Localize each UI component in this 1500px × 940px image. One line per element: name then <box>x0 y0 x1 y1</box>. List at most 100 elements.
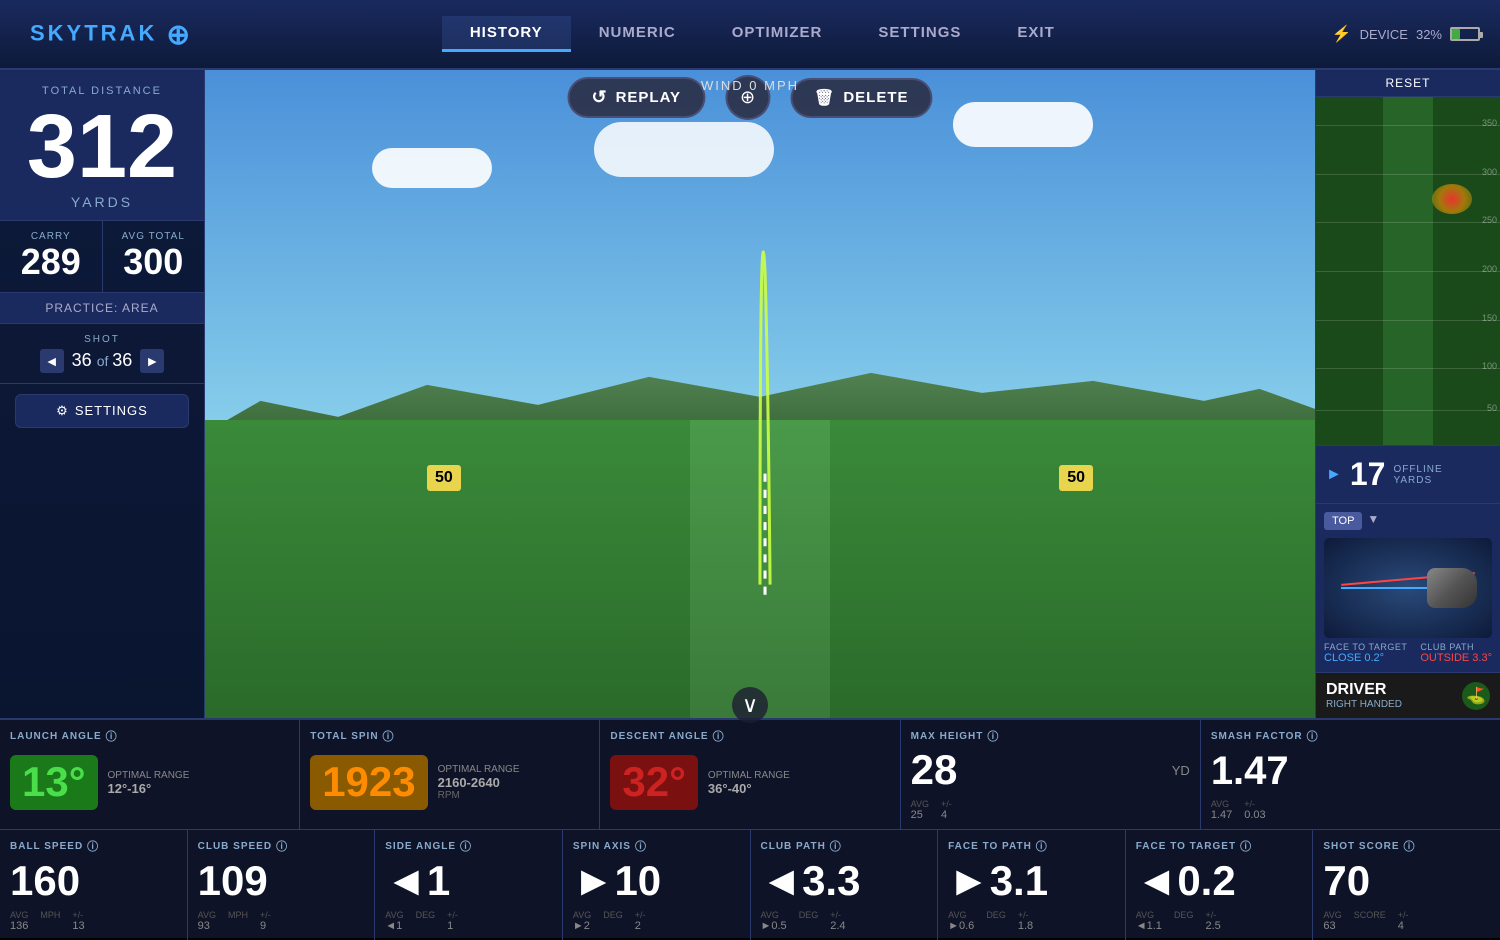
smash-factor-avg-row: AVG 1.47 +/- 0.03 <box>1211 799 1490 821</box>
logo-text: SKYTRAK <box>30 20 157 45</box>
shot-label: SHOT <box>12 334 192 345</box>
side-angle-avg-row: AVG ◄1 DEG +/- 1 <box>385 910 552 932</box>
side-angle-info-icon[interactable]: ⓘ <box>460 838 472 854</box>
sky <box>205 70 1315 426</box>
nav-menu: HISTORY NUMERIC OPTIMIZER SETTINGS EXIT <box>442 16 1083 52</box>
nav-settings[interactable]: SETTINGS <box>850 16 989 52</box>
offline-section: ► 17 OFFLINE YARDS <box>1316 445 1500 503</box>
reset-button[interactable]: RESET <box>1316 70 1500 97</box>
club-path-info-icon[interactable]: ⓘ <box>830 838 842 854</box>
total-spin-cell: TOTAL SPIN ⓘ 1923 OPTIMAL RANGE 2160-264… <box>300 720 600 829</box>
club-path-value: OUTSIDE 3.3° <box>1420 652 1492 664</box>
app-logo: SKYTRAK ⊕ <box>30 18 193 51</box>
replay-button[interactable]: ↺ REPLAY <box>567 77 705 118</box>
spin-axis-avg-row: AVG ►2 DEG +/- 2 <box>573 910 740 932</box>
top-navigation: SKYTRAK ⊕ HISTORY NUMERIC OPTIMIZER SETT… <box>0 0 1500 70</box>
offline-direction-icon: ► <box>1326 466 1342 484</box>
shot-score-info-icon[interactable]: ⓘ <box>1404 838 1416 854</box>
spin-axis-info-icon[interactable]: ⓘ <box>635 838 647 854</box>
club-speed-avg-row: AVG 93 MPH +/- 9 <box>198 910 365 932</box>
club-path-avg-row: AVG ►0.5 DEG +/- 2.4 <box>761 910 928 932</box>
ball-speed-cell: BALL SPEED ⓘ 160 AVG 136 MPH +/- 13 <box>0 830 188 940</box>
spin-axis-header: SPIN AXIS ⓘ <box>573 838 740 854</box>
total-spin-unit: RPM <box>438 790 520 801</box>
face-to-target-info-icon[interactable]: ⓘ <box>1240 838 1252 854</box>
device-info: ⚡ DEVICE 32% <box>1332 24 1480 44</box>
heat-map-cluster <box>1432 184 1472 214</box>
nav-history[interactable]: HISTORY <box>442 16 571 52</box>
driver-sub-label: RIGHT HANDED <box>1326 699 1402 710</box>
total-spin-value: 1923 <box>322 759 415 805</box>
fairway-stripe <box>690 420 830 718</box>
dropdown-arrow-icon[interactable]: ▼ <box>1367 512 1379 530</box>
face-to-path-cell: FACE TO PATH ⓘ ►3.1 AVG ►0.6 DEG +/- 1.8 <box>938 830 1126 940</box>
cloud-1 <box>372 148 492 188</box>
club-speed-header: CLUB SPEED ⓘ <box>198 838 365 854</box>
face-to-target-cell: FACE TO TARGET ⓘ ◄0.2 AVG ◄1.1 DEG +/- 2… <box>1126 830 1314 940</box>
ball-speed-value: 160 <box>10 858 177 904</box>
face-to-path-avg-row: AVG ►0.6 DEG +/- 1.8 <box>948 910 1115 932</box>
club-path-header: CLUB PATH ⓘ <box>761 838 928 854</box>
launch-angle-optimal: 12°-16° <box>108 781 190 796</box>
face-to-path-info-icon[interactable]: ⓘ <box>1036 838 1048 854</box>
cloud-3 <box>953 102 1093 147</box>
descent-angle-value: 32° <box>622 759 686 805</box>
offline-value: 17 <box>1350 456 1386 493</box>
club-speed-info-icon[interactable]: ⓘ <box>276 838 288 854</box>
replay-icon: ↺ <box>591 87 607 108</box>
max-height-info-icon[interactable]: ⓘ <box>987 728 999 744</box>
practice-area: PRACTICE: AREA <box>0 293 204 324</box>
right-panel: RESET 350 300 250 200 150 100 50 ► 17 OF… <box>1315 70 1500 718</box>
delete-button[interactable]: 🗑 DELETE <box>790 78 933 118</box>
total-distance-value: 312 <box>15 102 189 192</box>
max-height-unit: YD <box>1172 763 1190 778</box>
launch-angle-value: 13° <box>22 759 86 805</box>
settings-button[interactable]: ⚙ SETTINGS <box>15 394 189 428</box>
face-to-path-value: ►3.1 <box>948 858 1115 904</box>
max-height-cell: MAX HEIGHT ⓘ 28 YD AVG 25 +/- 4 <box>901 720 1201 829</box>
side-angle-cell: SIDE ANGLE ⓘ ◄1 AVG ◄1 DEG +/- 1 <box>375 830 563 940</box>
settings-gear-icon: ⚙ <box>56 403 69 419</box>
total-distance-section: TOTAL DISTANCE 312 YARDS <box>0 70 204 221</box>
club-head-image <box>1427 568 1477 608</box>
max-height-header: MAX HEIGHT ⓘ <box>911 728 1190 744</box>
stats-row-2: BALL SPEED ⓘ 160 AVG 136 MPH +/- 13 <box>0 830 1500 940</box>
club-path-value: ◄3.3 <box>761 858 928 904</box>
club-speed-value: 109 <box>198 858 365 904</box>
shot-navigator: ◄ 36 of 36 ► <box>12 349 192 373</box>
club-view-section: TOP ▼ FACE TO TARGET CLOSE 0.2° CLUB PAT… <box>1316 503 1500 672</box>
max-height-avg-row: AVG 25 +/- 4 <box>911 799 1190 821</box>
ball-speed-avg-row: AVG 136 MPH +/- 13 <box>10 910 177 932</box>
club-speed-cell: CLUB SPEED ⓘ 109 AVG 93 MPH +/- 9 <box>188 830 376 940</box>
carry-avg-row: CARRY 289 AVG TOTAL 300 <box>0 221 204 293</box>
launch-angle-info-icon[interactable]: ⓘ <box>106 728 118 744</box>
cloud-2 <box>594 122 774 177</box>
carry-value: 289 <box>12 242 90 282</box>
driver-label: DRIVER <box>1326 681 1402 699</box>
face-to-target-header: FACE TO TARGET ⓘ <box>1136 838 1303 854</box>
chevron-down-icon[interactable]: ∨ <box>732 687 768 723</box>
smash-factor-cell: SMASH FACTOR ⓘ 1.47 AVG 1.47 +/- 0.03 <box>1201 720 1500 829</box>
view-top-button[interactable]: TOP <box>1324 512 1362 530</box>
trash-icon: 🗑 <box>814 88 835 108</box>
club-path-cell: CLUB PATH ⓘ ◄3.3 AVG ►0.5 DEG +/- 2.4 <box>751 830 939 940</box>
avg-total-value: 300 <box>115 242 193 282</box>
side-angle-value: ◄1 <box>385 858 552 904</box>
club-face-labels: FACE TO TARGET CLOSE 0.2° CLUB PATH OUTS… <box>1324 642 1492 664</box>
launch-angle-cell: LAUNCH ANGLE ⓘ 13° OPTIMAL RANGE 12°-16° <box>0 720 300 829</box>
shot-prev-button[interactable]: ◄ <box>40 349 64 373</box>
nav-optimizer[interactable]: OPTIMIZER <box>704 16 851 52</box>
smash-factor-info-icon[interactable]: ⓘ <box>1307 728 1319 744</box>
descent-angle-header: DESCENT ANGLE ⓘ <box>610 728 889 744</box>
descent-angle-info-icon[interactable]: ⓘ <box>713 728 725 744</box>
face-to-target-label: FACE TO TARGET <box>1324 642 1407 652</box>
max-height-value: 28 <box>911 747 1167 793</box>
nav-numeric[interactable]: NUMERIC <box>571 16 704 52</box>
shot-section: SHOT ◄ 36 of 36 ► <box>0 324 204 384</box>
descent-angle-cell: DESCENT ANGLE ⓘ 32° OPTIMAL RANGE 36°-40… <box>600 720 900 829</box>
nav-exit[interactable]: EXIT <box>989 16 1082 52</box>
ball-speed-info-icon[interactable]: ⓘ <box>87 838 99 854</box>
yardage-marker-left: 50 <box>427 465 461 491</box>
total-spin-info-icon[interactable]: ⓘ <box>383 728 395 744</box>
shot-next-button[interactable]: ► <box>140 349 164 373</box>
